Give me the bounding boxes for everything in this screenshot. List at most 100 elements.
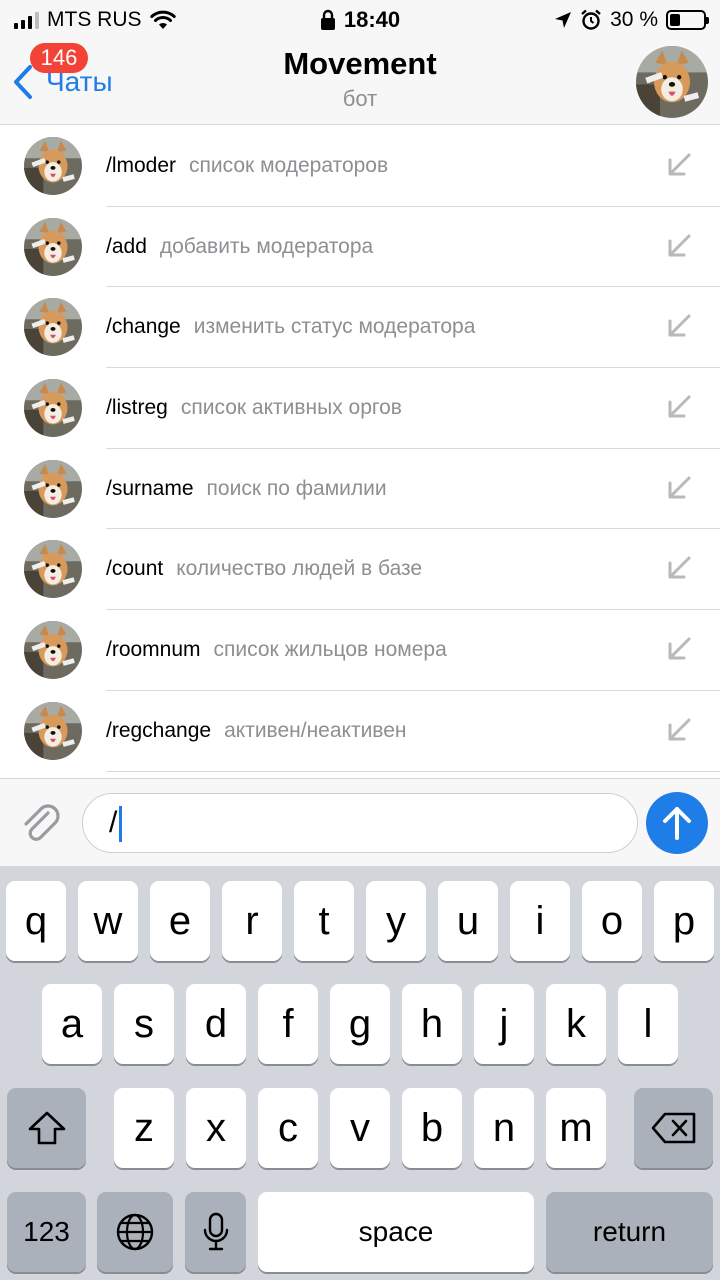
insert-arrow-icon[interactable] bbox=[666, 152, 692, 178]
insert-arrow-icon[interactable] bbox=[666, 555, 692, 581]
battery-percent: 30 % bbox=[610, 8, 658, 31]
key-z[interactable]: z bbox=[114, 1088, 174, 1168]
paperclip-icon[interactable] bbox=[18, 799, 64, 845]
dog-avatar-image bbox=[24, 379, 82, 438]
command-name: /roomnum bbox=[106, 638, 201, 662]
dog-avatar-image bbox=[24, 137, 82, 195]
key-l[interactable]: l bbox=[618, 984, 678, 1064]
numbers-key[interactable]: 123 bbox=[7, 1192, 86, 1272]
bot-avatar bbox=[24, 540, 82, 599]
message-input-bar: / bbox=[0, 778, 720, 866]
insert-arrow-icon[interactable] bbox=[666, 636, 692, 662]
chat-header: Чаты 146 Movement бот bbox=[0, 40, 720, 125]
insert-arrow-icon[interactable] bbox=[666, 313, 692, 339]
command-row[interactable]: /add добавить модератора bbox=[0, 207, 720, 288]
globe-key[interactable] bbox=[97, 1192, 173, 1272]
lock-icon bbox=[320, 9, 335, 30]
text-cursor bbox=[119, 806, 122, 842]
command-text: /change изменить статус модератора bbox=[106, 287, 475, 367]
bot-command-list: /lmoder список модераторов /add добавить м… bbox=[0, 126, 720, 778]
command-text: /surname поиск по фамилии bbox=[106, 449, 387, 529]
key-j[interactable]: j bbox=[474, 984, 534, 1064]
command-description: добавить модератора bbox=[159, 234, 374, 258]
command-row[interactable]: /lmoder список модераторов bbox=[0, 126, 720, 207]
command-text: /add добавить модератора bbox=[106, 207, 373, 287]
command-row[interactable]: /change изменить статус модератора bbox=[0, 287, 720, 369]
insert-arrow-icon[interactable] bbox=[666, 717, 692, 743]
key-h[interactable]: h bbox=[402, 984, 462, 1064]
battery-fill bbox=[670, 14, 680, 26]
delete-key[interactable] bbox=[634, 1088, 713, 1168]
command-name: /count bbox=[106, 557, 164, 581]
key-f[interactable]: f bbox=[258, 984, 318, 1064]
dog-avatar-image bbox=[24, 621, 82, 680]
key-y[interactable]: y bbox=[366, 881, 426, 961]
status-bar: MTS RUS 18:40 30 % bbox=[0, 0, 720, 40]
globe-icon bbox=[116, 1213, 154, 1251]
bot-avatar bbox=[24, 701, 82, 760]
key-q[interactable]: q bbox=[6, 881, 66, 961]
insert-arrow-icon[interactable] bbox=[666, 475, 692, 501]
key-a[interactable]: a bbox=[42, 984, 102, 1064]
shift-key[interactable] bbox=[7, 1088, 86, 1168]
key-r[interactable]: r bbox=[222, 881, 282, 961]
command-row[interactable]: /count количество людей в базе bbox=[0, 529, 720, 611]
bot-avatar bbox=[24, 621, 82, 680]
key-g[interactable]: g bbox=[330, 984, 390, 1064]
key-s[interactable]: s bbox=[114, 984, 174, 1064]
microphone-icon bbox=[203, 1212, 228, 1251]
command-text: /roomnum список жильцов номера bbox=[106, 610, 447, 690]
send-button[interactable] bbox=[646, 792, 708, 854]
key-n[interactable]: n bbox=[474, 1088, 534, 1168]
command-text: /lmoder список модераторов bbox=[106, 126, 388, 206]
insert-arrow-icon[interactable] bbox=[666, 394, 692, 420]
dog-avatar-image bbox=[24, 298, 82, 357]
bot-avatar bbox=[24, 298, 82, 357]
backspace-icon bbox=[651, 1112, 695, 1144]
key-x[interactable]: x bbox=[186, 1088, 246, 1168]
command-name: /change bbox=[106, 315, 181, 339]
status-right: 30 % bbox=[554, 6, 709, 34]
dog-avatar-image bbox=[24, 540, 82, 599]
command-text: /regchange активен/неактивен bbox=[106, 691, 407, 771]
command-row[interactable]: /listreg список активных оргов bbox=[0, 368, 720, 449]
message-input[interactable]: / bbox=[82, 793, 638, 853]
shift-arrow-icon bbox=[28, 1111, 65, 1145]
command-name: /lmoder bbox=[106, 154, 177, 177]
key-p[interactable]: p bbox=[654, 881, 714, 961]
command-row[interactable]: /surname поиск по фамилии bbox=[0, 449, 720, 530]
key-k[interactable]: k bbox=[546, 984, 606, 1064]
command-description: количество людей в базе bbox=[176, 557, 423, 581]
chat-avatar[interactable] bbox=[636, 46, 708, 118]
bot-avatar bbox=[24, 217, 82, 276]
key-t[interactable]: t bbox=[294, 881, 354, 961]
key-d[interactable]: d bbox=[186, 984, 246, 1064]
command-name: /regchange bbox=[106, 718, 212, 742]
command-name: /add bbox=[106, 234, 147, 258]
chat-title[interactable]: Movement bbox=[0, 46, 720, 82]
keyboard: 123 space return qwertyuiop asdfghjkl zxcv… bbox=[0, 866, 720, 1280]
bot-avatar bbox=[24, 459, 82, 518]
key-b[interactable]: b bbox=[402, 1088, 462, 1168]
insert-arrow-icon[interactable] bbox=[666, 233, 692, 259]
command-row[interactable]: /regchange активен/неактивен bbox=[0, 691, 720, 772]
command-name: /listreg bbox=[106, 396, 168, 420]
key-v[interactable]: v bbox=[330, 1088, 390, 1168]
space-key[interactable]: space bbox=[258, 1192, 534, 1272]
key-o[interactable]: o bbox=[582, 881, 642, 961]
key-m[interactable]: m bbox=[546, 1088, 606, 1168]
key-w[interactable]: w bbox=[78, 881, 138, 961]
command-text: /count количество людей в базе bbox=[106, 529, 422, 609]
dictation-key[interactable] bbox=[185, 1192, 246, 1272]
key-u[interactable]: u bbox=[438, 881, 498, 961]
clock-time: 18:40 bbox=[343, 7, 401, 32]
command-row[interactable]: /roomnum список жильцов номера bbox=[0, 610, 720, 691]
command-text: /listreg список активных оргов bbox=[106, 368, 402, 448]
command-description: поиск по фамилии bbox=[206, 476, 387, 500]
return-key[interactable]: return bbox=[546, 1192, 713, 1272]
dog-avatar-image bbox=[24, 217, 82, 276]
key-c[interactable]: c bbox=[258, 1088, 318, 1168]
key-e[interactable]: e bbox=[150, 881, 210, 961]
key-i[interactable]: i bbox=[510, 881, 570, 961]
location-arrow-icon bbox=[555, 12, 572, 28]
